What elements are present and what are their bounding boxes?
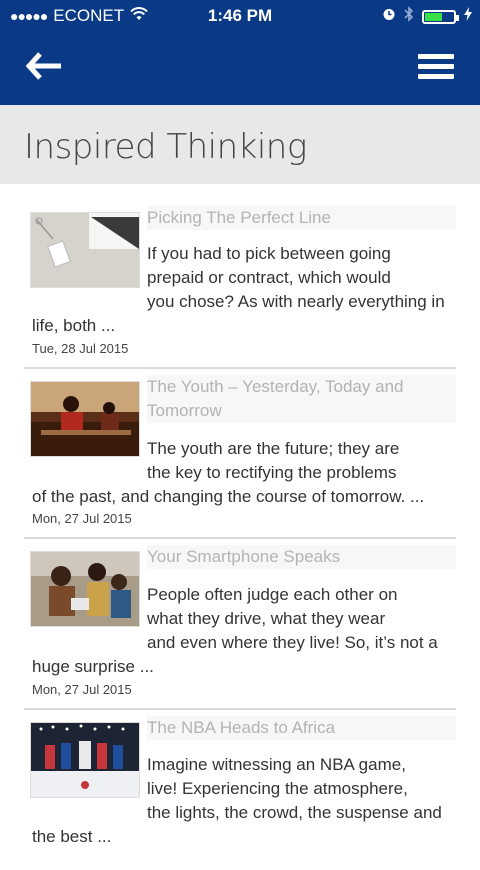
article-excerpt-line: People often judge each other on [147,585,398,604]
list-item[interactable]: The Youth – Yesterday, Today and Tomorro… [24,369,456,539]
charging-icon [464,7,472,26]
article-excerpt-line: huge surprise ... [32,657,154,676]
article-excerpt-line: life, both ... [32,316,116,335]
article-title[interactable]: Picking The Perfect Line [147,206,456,230]
article-excerpt-line: and even where they live! So, it’s not a [147,633,438,652]
article-excerpt-line: the best ... [32,827,112,846]
article-list: Picking The Perfect Line If you had to p… [24,200,456,870]
article-thumbnail[interactable] [30,551,140,627]
article-excerpt-line: you chose? As with nearly everything in [147,292,445,311]
list-item[interactable]: The NBA Heads to Africa Imagine witnessi… [24,710,456,870]
article-excerpt-line: of the past, and changing the course of … [32,487,425,506]
page-header: Inspired Thinking [0,105,480,184]
battery-icon [422,9,459,24]
status-bar: ●●●●● ECONET 1:46 PM [0,0,480,32]
article-excerpt-line: If you had to pick between going [147,244,391,263]
article-excerpt-line: the lights, the crowd, the suspense and [147,803,442,822]
status-icons [382,6,472,27]
hamburger-menu-icon[interactable] [418,54,454,80]
article-title[interactable]: The NBA Heads to Africa [147,716,456,740]
back-arrow-icon[interactable] [25,52,66,84]
article-date: Mon, 27 Jul 2015 [32,682,132,697]
article-date: Tue, 28 Jul 2015 [32,341,129,356]
article-title[interactable]: The Youth – Yesterday, Today and Tomorro… [147,375,456,423]
article-excerpt-line: prepaid or contract, which would [147,268,391,287]
navigation-bar [0,32,480,105]
alarm-icon [382,7,396,26]
bluetooth-icon [404,6,414,27]
article-thumbnail[interactable] [30,381,140,457]
list-item[interactable]: Your Smartphone Speaks People often judg… [24,539,456,710]
page-title: Inspired Thinking [24,127,307,167]
article-thumbnail[interactable] [30,722,140,798]
article-excerpt-line: Imagine witnessing an NBA game, [147,755,406,774]
article-thumbnail[interactable] [30,212,140,288]
article-excerpt-line: what they drive, what they wear [147,609,386,628]
article-excerpt-line: the key to rectifying the problems [147,463,397,482]
article-excerpt-line: live! Experiencing the atmosphere, [147,779,408,798]
list-item[interactable]: Picking The Perfect Line If you had to p… [24,200,456,369]
article-title-line[interactable]: The Youth – Yesterday, Today and [147,375,456,399]
article-title-line[interactable]: Tomorrow [147,399,456,423]
article-date: Mon, 27 Jul 2015 [32,511,132,526]
article-excerpt-line: The youth are the future; they are [147,439,400,458]
article-title[interactable]: Your Smartphone Speaks [147,545,456,569]
